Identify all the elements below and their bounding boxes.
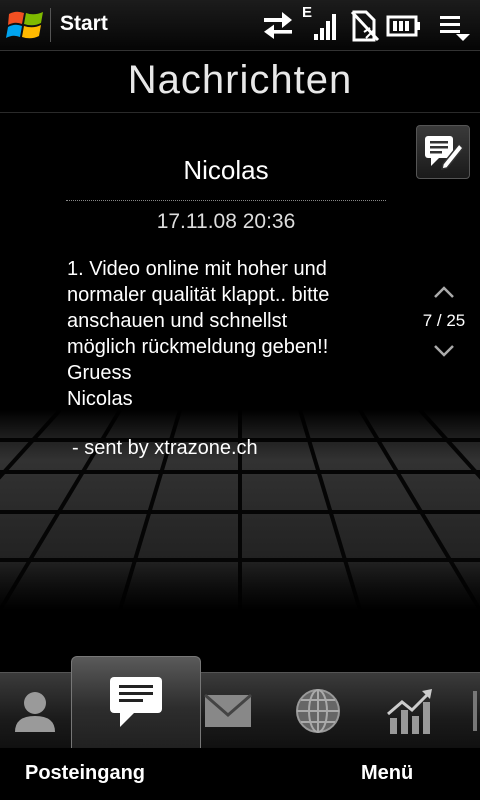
message-body: 1. Video online mit hoher und normaler q… bbox=[67, 258, 330, 410]
message-counter: 7 / 25 bbox=[422, 311, 466, 330]
battery-icon bbox=[386, 8, 422, 42]
message-sender: Nicolas bbox=[183, 155, 269, 185]
tab-mail[interactable] bbox=[200, 673, 256, 749]
internet-icon bbox=[296, 689, 340, 733]
stocks-icon bbox=[387, 689, 432, 734]
softkey-bar: Posteingang Menü bbox=[0, 748, 480, 800]
sender-divider bbox=[66, 200, 386, 201]
next-message-button[interactable] bbox=[432, 343, 456, 359]
softkey-menu[interactable]: Menü bbox=[361, 762, 413, 785]
compose-icon bbox=[425, 136, 465, 170]
tab-contacts[interactable] bbox=[0, 673, 70, 749]
tab-stocks[interactable] bbox=[378, 673, 444, 749]
tab-internet[interactable] bbox=[285, 673, 351, 749]
softkey-inbox[interactable]: Posteingang bbox=[25, 762, 145, 785]
data-transfer-icon bbox=[262, 8, 294, 42]
title-divider bbox=[0, 112, 480, 113]
mail-icon bbox=[204, 693, 252, 727]
windows-logo-icon[interactable] bbox=[6, 8, 46, 42]
chevron-down-icon bbox=[434, 345, 454, 357]
start-separator bbox=[50, 8, 51, 42]
sound-off-icon bbox=[350, 8, 380, 42]
tab-messages[interactable] bbox=[71, 656, 201, 749]
start-menu-label[interactable]: Start bbox=[60, 12, 108, 36]
compose-message-button[interactable] bbox=[416, 125, 470, 179]
message-signature: - sent by xtrazone.ch bbox=[72, 437, 258, 459]
page-title: Nachrichten bbox=[127, 58, 353, 102]
signal-strength-icon: E bbox=[300, 4, 338, 42]
tab-more-edge[interactable] bbox=[470, 673, 480, 749]
chevron-up-icon bbox=[434, 286, 454, 298]
previous-message-button[interactable] bbox=[432, 284, 456, 300]
messages-icon bbox=[110, 677, 162, 727]
notifications-menu-icon[interactable] bbox=[438, 8, 472, 42]
status-bar: Start E bbox=[0, 0, 480, 51]
contacts-icon bbox=[15, 692, 55, 732]
message-timestamp: 17.11.08 20:36 bbox=[156, 210, 296, 233]
